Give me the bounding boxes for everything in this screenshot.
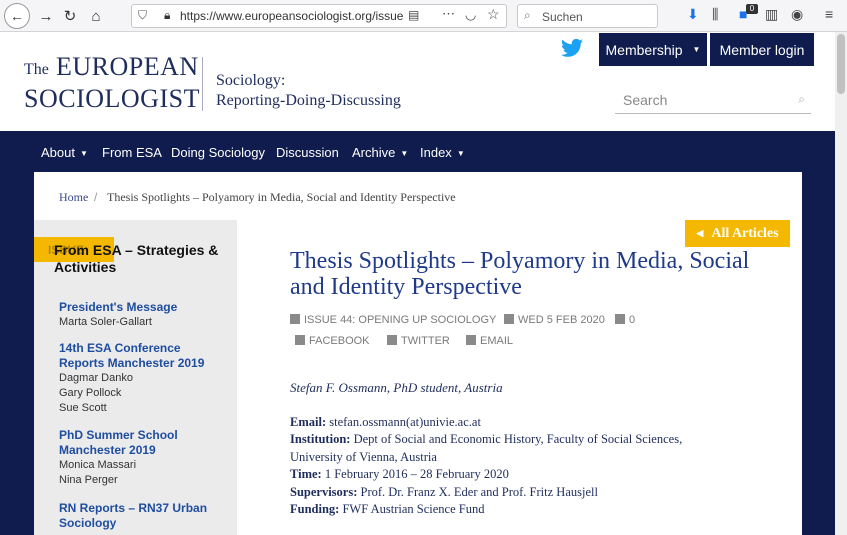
library-icon[interactable]: ⫼ <box>712 6 718 23</box>
all-articles-label: All Articles <box>711 225 779 241</box>
comments-count[interactable]: 0 <box>615 314 635 326</box>
nav-from-esa[interactable]: From ESA <box>102 145 162 160</box>
share-twitter-button[interactable]: TWITTER <box>387 335 450 347</box>
home-icon[interactable]: ⌂ <box>84 4 108 28</box>
caret-left-icon: ◀ <box>696 228 704 238</box>
menu-icon[interactable]: ≡ <box>825 6 833 22</box>
browser-search-placeholder: Suchen <box>542 10 583 24</box>
caret-down-icon: ▼ <box>456 149 465 159</box>
all-articles-button[interactable]: ◀ All Articles <box>685 220 790 247</box>
account-icon[interactable]: ◉ <box>791 6 803 23</box>
detail-supervisors: Supervisors: Prof. Dr. Franz X. Eder and… <box>290 485 598 499</box>
detail-institution-cont: University of Vienna, Austria <box>290 450 437 464</box>
logo-the[interactable]: The <box>24 61 49 79</box>
sidebar-item-author: Marta Soler-Gallart <box>59 316 152 328</box>
logo-divider <box>202 57 203 111</box>
caret-down-icon: ▼ <box>79 149 88 159</box>
reload-icon[interactable]: ↻ <box>58 4 82 28</box>
email-value: stefan.ossmann(at)univie.ac.at <box>329 415 481 429</box>
sidebar-item-rn-reports[interactable]: RN Reports – RN37 Urban Sociology <box>59 501 229 531</box>
tagline-line-1: Sociology: <box>216 72 286 89</box>
site-search-placeholder: Search <box>623 92 668 108</box>
share-email-button[interactable]: EMAIL <box>466 335 513 347</box>
calendar-icon <box>504 314 514 324</box>
nav-doing-sociology[interactable]: Doing Sociology <box>171 145 265 160</box>
email-icon <box>466 335 476 345</box>
newspaper-icon <box>290 314 300 324</box>
share-facebook-button[interactable]: FACEBOOK <box>295 335 370 347</box>
sidebar-title: From ESA – Strategies & Activities <box>54 242 219 275</box>
facebook-icon <box>295 335 305 345</box>
sidebar-item-conference-reports[interactable]: 14th ESA Conference Reports Manchester 2… <box>59 341 229 371</box>
sidebar-item-author: Monica Massari <box>59 459 137 471</box>
sidebar-item-summer-school[interactable]: PhD Summer School Manchester 2019 <box>59 428 229 458</box>
article-title: Thesis Spotlights – Polyamory in Media, … <box>290 248 750 300</box>
forward-button[interactable]: → <box>34 4 58 28</box>
url-bar[interactable]: ⛉ 🔒︎ https://www.europeansociologist.org… <box>131 4 507 28</box>
back-button[interactable]: ← <box>4 3 30 29</box>
logo-sociologist[interactable]: SOCIOLOGIST <box>24 84 200 114</box>
url-text[interactable]: https://www.europeansociologist.org/issu… <box>180 9 410 23</box>
member-login-button[interactable]: Member login <box>710 33 814 66</box>
reader-view-icon[interactable]: ▤ <box>408 8 419 22</box>
browser-search-input[interactable]: ⌕ Suchen <box>517 4 658 28</box>
breadcrumb-current: Thesis Spotlights – Polyamory in Media, … <box>107 190 456 204</box>
sidebar-item-author: Sue Scott <box>59 402 107 414</box>
pocket-icon[interactable]: ◡ <box>465 7 476 23</box>
membership-button[interactable]: Membership ▼ <box>599 33 707 66</box>
caret-down-icon: ▼ <box>692 45 701 54</box>
nav-archive[interactable]: Archive ▼ <box>352 145 408 160</box>
bookmark-star-icon[interactable]: ☆ <box>487 6 500 23</box>
breadcrumb-home[interactable]: Home <box>59 190 88 205</box>
download-icon[interactable]: ⬇ <box>687 6 699 23</box>
member-login-label: Member login <box>719 41 805 58</box>
page-scrollbar[interactable] <box>835 32 847 535</box>
caret-down-icon: ▼ <box>400 149 409 159</box>
article-date: WED 5 FEB 2020 <box>504 314 605 326</box>
sidebar-toggle-icon[interactable]: ▥ <box>765 6 778 23</box>
more-actions-icon[interactable]: ⋯ <box>442 6 455 22</box>
breadcrumb-separator: / <box>94 190 98 204</box>
extension-badge: 0 <box>746 4 758 14</box>
detail-time: Time: 1 February 2016 – 28 February 2020 <box>290 467 509 481</box>
membership-label: Membership <box>605 41 683 58</box>
detail-email: Email: stefan.ossmann(at)univie.ac.at <box>290 415 481 429</box>
sidebar-item-author: Dagmar Danko <box>59 372 133 384</box>
site-search-input[interactable]: Search ⌕ <box>615 88 811 114</box>
twitter-icon <box>387 335 397 345</box>
comment-icon <box>615 314 625 324</box>
detail-institution: Institution: Dept of Social and Economic… <box>290 432 683 446</box>
detail-funding: Funding: FWF Austrian Science Fund <box>290 502 485 516</box>
tagline-line-2: Reporting-Doing-Discussing <box>216 92 401 109</box>
search-icon: ⌕ <box>524 8 531 22</box>
issue-link[interactable]: ISSUE 44: OPENING UP SOCIOLOGY <box>290 314 496 326</box>
sidebar-item-author: Gary Pollock <box>59 387 122 399</box>
lock-icon[interactable]: 🔒︎ <box>164 8 170 23</box>
sidebar-item-presidents-message[interactable]: President's Message <box>59 300 229 315</box>
twitter-icon[interactable] <box>561 38 583 58</box>
logo-european[interactable]: EUROPEAN <box>56 52 199 82</box>
shield-icon[interactable]: ⛉ <box>138 8 147 23</box>
sidebar-item-author: Nina Perger <box>59 474 118 486</box>
nav-index[interactable]: Index ▼ <box>420 145 465 160</box>
nav-discussion[interactable]: Discussion <box>276 145 339 160</box>
search-icon[interactable]: ⌕ <box>798 92 805 107</box>
nav-about[interactable]: About ▼ <box>41 145 88 160</box>
scrollbar-thumb[interactable] <box>837 34 845 94</box>
article-author: Stefan F. Ossmann, PhD student, Austria <box>290 380 503 395</box>
